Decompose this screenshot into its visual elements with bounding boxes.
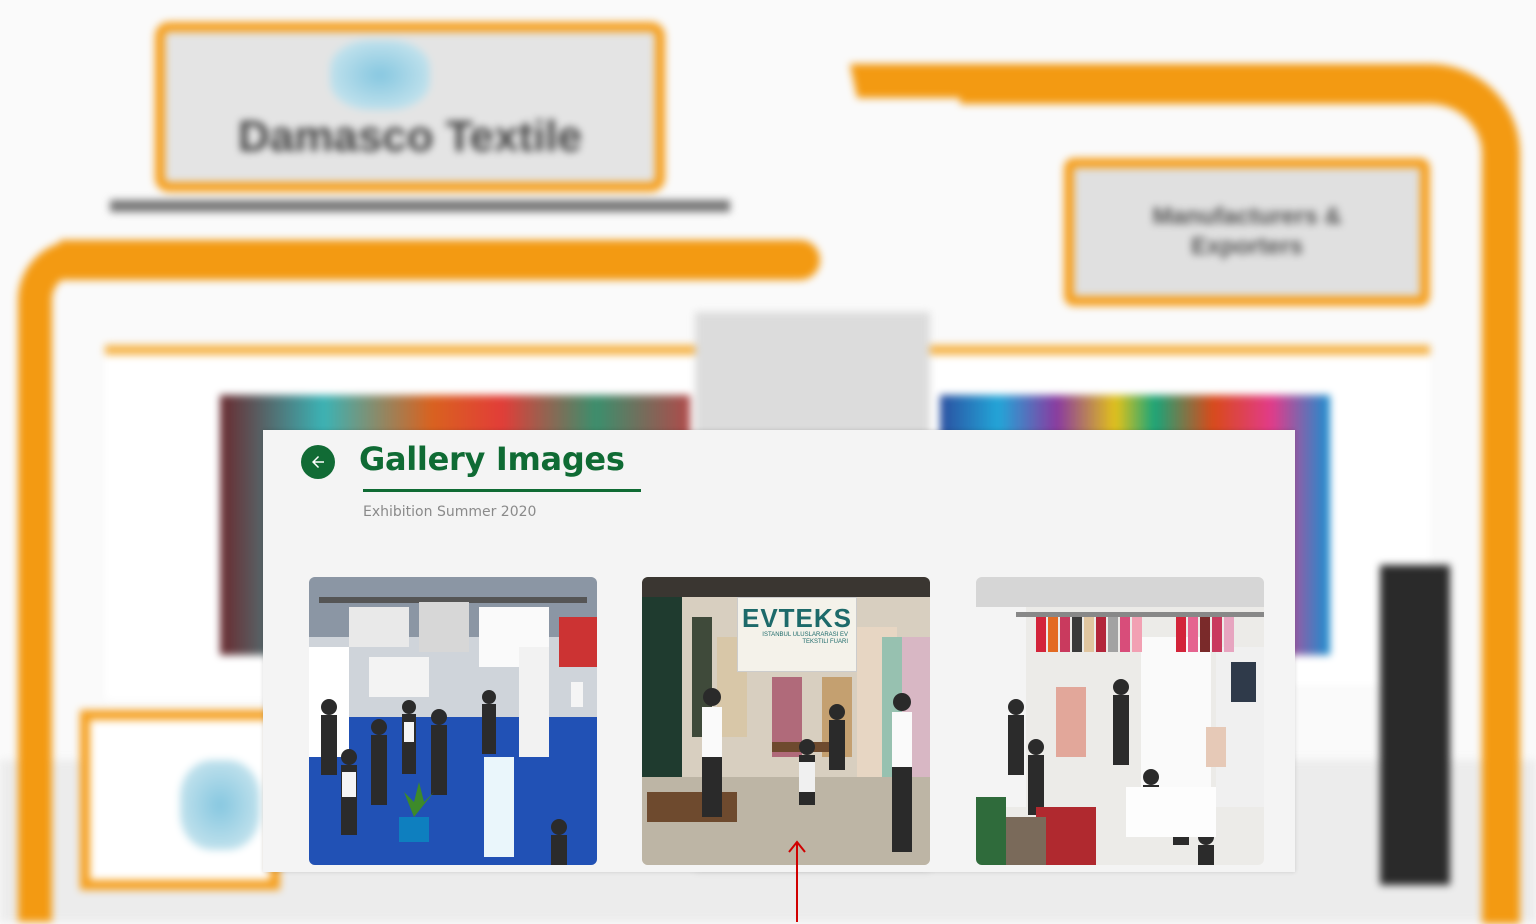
exhibition-hall-image [309, 577, 597, 865]
booth-sign-right: Manufacturers & Exporters [1064, 158, 1430, 306]
arrow-up-icon [788, 840, 806, 922]
evteks-sign-text: EVTEKS [741, 603, 853, 633]
garment-booth-image [976, 577, 1264, 865]
evteks-sign: EVTEKS ISTANBUL ULUSLARARASI EV TEKSTILI… [737, 597, 857, 672]
gallery-image-2[interactable]: EVTEKS ISTANBUL ULUSLARARASI EV TEKSTILI… [642, 577, 930, 865]
booth-logo [330, 40, 430, 110]
gallery-image-3[interactable] [976, 577, 1264, 865]
arrow-left-icon [312, 456, 324, 468]
title-underline [363, 489, 641, 492]
evteks-sign-subtext: ISTANBUL ULUSLARARASI EV TEKSTILI FUARI [762, 632, 848, 645]
back-button[interactable] [301, 445, 335, 479]
page-title: Gallery Images [359, 440, 625, 478]
gallery-image-1[interactable] [309, 577, 597, 865]
page-subtitle: Exhibition Summer 2020 [363, 504, 537, 520]
booth-sign-right-text: Manufacturers & Exporters [1152, 203, 1342, 260]
counter-logo [180, 760, 260, 850]
booth-arch-left [18, 240, 78, 922]
booth-sign-left-text: Damasco Textile [237, 112, 582, 161]
gallery-panel: Gallery Images Exhibition Summer 2020 EV… [263, 430, 1295, 872]
sign-rail [110, 200, 730, 212]
